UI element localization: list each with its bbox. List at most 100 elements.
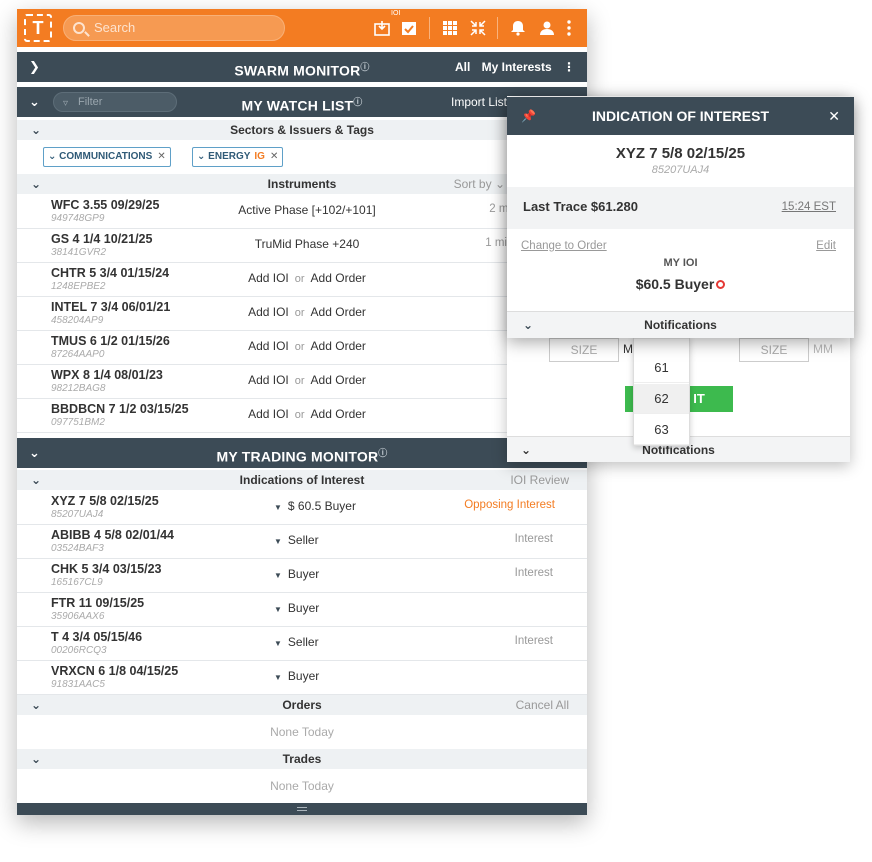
opposing-interest-link[interactable]: Opposing Interest (464, 499, 555, 511)
search-input[interactable]: Search (63, 15, 285, 41)
table-row[interactable]: TMUS 6 1/2 01/15/26 87264AAP0 Add IOI or A… (17, 331, 587, 365)
my-ioi-label: MY IOI (663, 257, 698, 269)
chevron-down-icon[interactable]: ⌄ (31, 695, 41, 715)
ioi-review-link[interactable]: IOI Review (510, 470, 569, 490)
resize-bar[interactable] (17, 803, 587, 815)
last-trace-time[interactable]: 15:24 EST (782, 201, 836, 213)
chevron-down-icon[interactable]: ⌄ (521, 437, 531, 463)
add-order-button[interactable]: Add Order (311, 305, 366, 319)
close-icon[interactable]: ✕ (270, 151, 278, 162)
watch-list-header: ⌄ ▿ Filter MY WATCH LISTⓘ Import List (17, 87, 587, 117)
sort-by-dropdown[interactable]: Sort by ⌄ (454, 174, 505, 194)
table-row[interactable]: T 4 3/4 05/15/46 00206RCQ3 ▼ Seller Inter… (17, 627, 587, 661)
add-order-button[interactable]: Add Order (311, 271, 366, 285)
trades-label: Trades (282, 752, 322, 766)
add-ioi-button[interactable]: Add IOI (248, 339, 289, 353)
chevron-down-icon[interactable]: ⌄ (31, 120, 41, 140)
grid-icon[interactable] (441, 19, 459, 37)
last-trace-label: Last Trace $61.280 (523, 199, 638, 214)
trading-monitor-title: MY TRADING MONITORⓘ (216, 448, 388, 465)
import-list-button[interactable]: Import List (451, 87, 507, 117)
alert-dot-icon (716, 280, 726, 289)
table-row[interactable]: GS 4 1/4 10/21/25 38141GVR2 TruMid Phase… (17, 229, 587, 263)
trading-monitor-header: ⌄ MY TRADING MONITORⓘ Import IOIs (17, 438, 587, 468)
bell-icon[interactable] (509, 19, 527, 37)
info-icon[interactable]: ⓘ (360, 62, 369, 72)
edit-link[interactable]: Edit (816, 240, 836, 252)
close-icon[interactable]: ✕ (828, 97, 840, 135)
app-window: T Search IOI ❯ SWARM MONITORⓘ All My Int… (17, 9, 587, 815)
swarm-monitor-header: ❯ SWARM MONITORⓘ All My Interests ⋮ (17, 52, 587, 82)
table-row[interactable]: CHK 5 3/4 03/15/23 165167CL9 ▼ Buyer Inte… (17, 559, 587, 593)
orders-subheader[interactable]: ⌄ Orders Cancel All (17, 695, 587, 715)
top-bar: T Search IOI (17, 9, 587, 47)
search-icon (73, 22, 85, 34)
ioi-modal-title: INDICATION OF INTEREST (591, 108, 770, 124)
ioi-modal-header: 📌 INDICATION OF INTEREST ✕ (507, 97, 854, 135)
my-ioi-value: $60.5 Buyer (507, 276, 854, 292)
user-icon[interactable] (538, 19, 556, 37)
dropdown-option-selected[interactable]: 62 (634, 384, 689, 414)
add-order-button[interactable]: Add Order (311, 407, 366, 421)
drag-handle-icon[interactable] (297, 807, 307, 811)
table-row[interactable]: VRXCN 6 1/8 04/15/25 91831AAC5 ▼ Buyer (17, 661, 587, 695)
more-vertical-icon[interactable] (563, 19, 575, 37)
pin-icon[interactable]: 📌 (521, 97, 536, 135)
mm-label-right: MM (813, 342, 833, 356)
table-row[interactable]: BBDBCN 7 1/2 03/15/25 097751BM2 Add IOI o… (17, 399, 587, 433)
price-dropdown[interactable]: 61 62 63 (633, 336, 690, 446)
ioi-bond-name: XYZ 7 5/8 02/15/25 (615, 145, 746, 162)
dropdown-option[interactable]: 61 (634, 353, 689, 383)
close-icon[interactable]: ✕ (157, 151, 165, 162)
instruments-subheader[interactable]: ⌄ Instruments Sort by ⌄ (17, 174, 587, 194)
table-row[interactable]: FTR 11 09/15/25 35906AAX6 ▼ Buyer (17, 593, 587, 627)
change-to-order-link[interactable]: Change to Order (521, 240, 607, 252)
caret-down-icon: ▼ (274, 673, 282, 682)
size-input-left[interactable]: SIZE (549, 338, 619, 362)
more-vertical-icon[interactable]: ⋮ (563, 60, 575, 74)
trumid-logo[interactable]: T (24, 14, 52, 42)
tag-energy[interactable]: ⌄ ENERGY IG ✕ (192, 147, 284, 167)
swarm-all-link[interactable]: All (455, 60, 470, 74)
add-ioi-button[interactable]: Add IOI (248, 271, 289, 285)
ioi-subheader[interactable]: ⌄ Indications of Interest IOI Review (17, 470, 587, 490)
add-order-button[interactable]: Add Order (311, 339, 366, 353)
orders-label: Orders (282, 698, 322, 712)
table-row[interactable]: INTEL 7 3/4 06/01/21 458204AP9 Add IOI or… (17, 297, 587, 331)
table-row[interactable]: XYZ 7 5/8 02/15/25 85207UAJ4 ▼ $ 60.5 Buy… (17, 491, 587, 525)
swarm-my-interests-link[interactable]: My Interests (482, 60, 552, 74)
last-trace-bar: Last Trace $61.280 15:24 EST (507, 187, 854, 229)
table-row[interactable]: WFC 3.55 09/29/25 949748GP9 Active Phase… (17, 195, 587, 229)
dropdown-option[interactable]: 63 (634, 415, 689, 445)
table-row[interactable]: CHTR 5 3/4 01/15/24 1248EPBE2 Add IOI or A… (17, 263, 587, 297)
sectors-subheader[interactable]: ⌄ Sectors & Issuers & Tags (17, 120, 587, 140)
table-row[interactable]: WPX 8 1/4 08/01/23 98212BAG8 Add IOI or Ad… (17, 365, 587, 399)
import-icon[interactable] (373, 19, 391, 37)
chevron-down-icon[interactable]: ⌄ (31, 174, 41, 194)
add-order-button[interactable]: Add Order (311, 373, 366, 387)
cancel-all-button[interactable]: Cancel All (516, 695, 569, 715)
add-ioi-button[interactable]: Add IOI (248, 305, 289, 319)
collapse-icon[interactable] (469, 19, 487, 37)
tag-communications[interactable]: ⌄ COMMUNICATIONS ✕ (43, 147, 171, 167)
chevron-down-icon[interactable]: ⌄ (31, 470, 41, 490)
add-ioi-button[interactable]: Add IOI (248, 407, 289, 421)
chevron-down-icon[interactable]: ⌄ (31, 749, 41, 769)
ioi-calendar-icon[interactable] (400, 19, 418, 37)
trades-subheader[interactable]: ⌄ Trades (17, 749, 587, 769)
caret-down-icon: ▼ (274, 503, 282, 512)
chevron-down-icon[interactable]: ⌄ (523, 312, 533, 339)
info-icon[interactable]: ⓘ (378, 448, 387, 458)
instruments-label: Instruments (267, 177, 337, 191)
ioi-modal: 📌 INDICATION OF INTEREST ✕ XYZ 7 5/8 02/… (507, 97, 854, 338)
info-icon[interactable]: ⓘ (353, 97, 362, 107)
toolbar-divider (429, 17, 430, 39)
table-row[interactable]: ABIBB 4 5/8 02/01/44 03524BAF3 ▼ Seller I… (17, 525, 587, 559)
swarm-filters: All My Interests ⋮ (455, 52, 575, 82)
ioi-badge: IOI (391, 10, 401, 17)
size-input-right[interactable]: SIZE (739, 338, 809, 362)
caret-down-icon: ▼ (274, 605, 282, 614)
add-ioi-button[interactable]: Add IOI (248, 373, 289, 387)
sectors-label: Sectors & Issuers & Tags (230, 123, 374, 137)
ioi-notifications-subheader[interactable]: ⌄ Notifications (507, 311, 854, 338)
